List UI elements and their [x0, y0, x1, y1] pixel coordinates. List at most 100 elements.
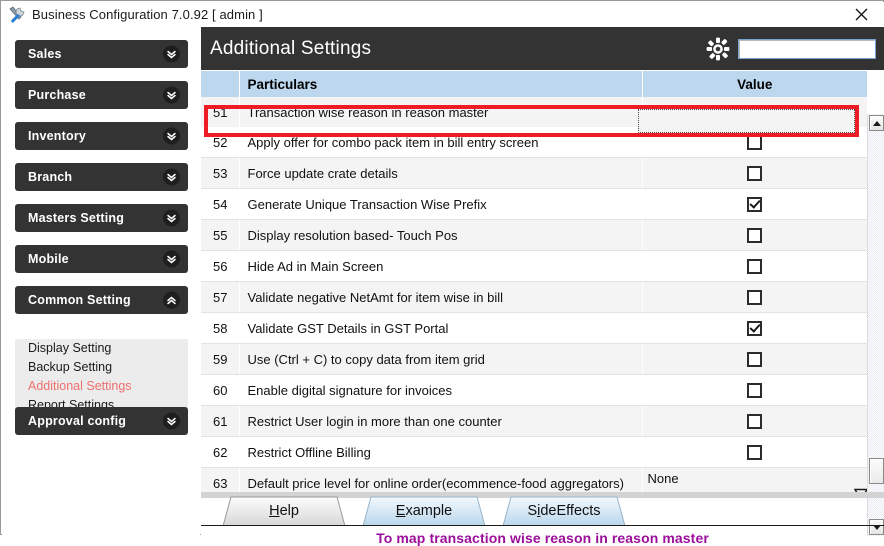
sidebar: Sales Purchase Inventory Branch Masters	[2, 27, 200, 535]
value-checkbox[interactable]	[747, 166, 762, 181]
row-particulars: Display resolution based- Touch Pos	[239, 220, 642, 251]
sidebar-group-label: Mobile	[28, 252, 69, 266]
grid-header-row: Particulars Value	[201, 71, 867, 97]
table-row[interactable]: 55Display resolution based- Touch Pos	[201, 220, 867, 251]
triangle-up-icon	[873, 121, 881, 126]
row-number: 61	[201, 406, 239, 437]
settings-grid: Particulars Value 51Transaction wise rea…	[201, 71, 867, 493]
sidebar-group-masters-setting[interactable]: Masters Setting	[15, 204, 188, 232]
value-checkbox[interactable]	[747, 414, 762, 429]
table-row[interactable]: 63Default price level for online order(e…	[201, 468, 867, 494]
page-title: Additional Settings	[210, 38, 371, 60]
row-particulars: Transaction wise reason in reason master	[239, 97, 642, 127]
sidebar-group-label: Approval config	[28, 414, 126, 428]
row-value-cell[interactable]	[642, 313, 867, 344]
table-row[interactable]: 58Validate GST Details in GST Portal	[201, 313, 867, 344]
value-checkbox[interactable]	[747, 352, 762, 367]
value-checkbox[interactable]	[747, 445, 762, 460]
sidebar-group-label: Common Setting	[28, 293, 131, 307]
row-value-cell[interactable]	[642, 375, 867, 406]
row-value-cell[interactable]	[642, 220, 867, 251]
row-particulars: Apply offer for combo pack item in bill …	[239, 127, 642, 158]
sidebar-group-approval-config[interactable]: Approval config	[15, 407, 188, 435]
search-box[interactable]	[738, 39, 876, 59]
chevron-double-down-icon	[163, 128, 180, 145]
row-particulars: Validate GST Details in GST Portal	[239, 313, 642, 344]
value-checkbox[interactable]	[747, 290, 762, 305]
value-checkbox[interactable]	[747, 321, 762, 336]
row-number: 53	[201, 158, 239, 189]
tools-icon	[6, 4, 28, 26]
sidebar-group-sales[interactable]: Sales	[15, 40, 188, 68]
price-level-dropdown[interactable]: None	[643, 468, 868, 493]
row-value-cell[interactable]: None	[642, 468, 867, 494]
close-button[interactable]	[844, 2, 878, 27]
row-particulars: Restrict User login in more than one cou…	[239, 406, 642, 437]
row-number: 58	[201, 313, 239, 344]
sidebar-item-backup-setting[interactable]: Backup Setting	[15, 358, 188, 377]
chevron-down-icon[interactable]	[847, 478, 861, 489]
table-row[interactable]: 62Restrict Offline Billing	[201, 437, 867, 468]
row-value-cell[interactable]	[642, 189, 867, 220]
gear-icon[interactable]	[705, 36, 731, 62]
value-checkbox[interactable]	[747, 228, 762, 243]
column-header-value: Value	[642, 71, 867, 97]
sidebar-group-common-setting[interactable]: Common Setting	[15, 286, 188, 314]
sidebar-group-branch[interactable]: Branch	[15, 163, 188, 191]
settings-grid-wrapper: Particulars Value 51Transaction wise rea…	[201, 70, 884, 493]
row-number: 55	[201, 220, 239, 251]
row-value-cell[interactable]	[642, 344, 867, 375]
row-number: 52	[201, 127, 239, 158]
chevron-double-down-icon	[163, 87, 180, 104]
table-row[interactable]: 59Use (Ctrl + C) to copy data from item …	[201, 344, 867, 375]
scrollbar-thumb[interactable]	[869, 458, 884, 484]
table-row[interactable]: 61Restrict User login in more than one c…	[201, 406, 867, 437]
row-particulars: Hide Ad in Main Screen	[239, 251, 642, 282]
grid-vertical-scrollbar[interactable]	[867, 114, 884, 536]
column-header-particulars: Particulars	[239, 71, 642, 97]
sidebar-group-mobile[interactable]: Mobile	[15, 245, 188, 273]
value-checkbox[interactable]	[747, 197, 762, 212]
row-number: 54	[201, 189, 239, 220]
tab-sideeffects[interactable]: SideEffects	[489, 495, 639, 526]
table-row[interactable]: 54Generate Unique Transaction Wise Prefi…	[201, 189, 867, 220]
row-number: 57	[201, 282, 239, 313]
table-row[interactable]: 53Force update crate details	[201, 158, 867, 189]
tab-shape	[349, 495, 499, 526]
sidebar-group-purchase[interactable]: Purchase	[15, 81, 188, 109]
chevron-double-down-icon	[163, 169, 180, 186]
scroll-up-button[interactable]	[869, 115, 884, 131]
table-row[interactable]: 60Enable digital signature for invoices	[201, 375, 867, 406]
value-checkbox[interactable]	[747, 259, 762, 274]
row-value-cell[interactable]	[642, 158, 867, 189]
tab-example[interactable]: Example	[349, 495, 499, 526]
row-particulars: Restrict Offline Billing	[239, 437, 642, 468]
main-content: Additional Settings	[201, 27, 884, 535]
dropdown-value: None	[648, 471, 679, 486]
chevron-double-down-icon	[163, 251, 180, 268]
row-number: 60	[201, 375, 239, 406]
sidebar-group-inventory[interactable]: Inventory	[15, 122, 188, 150]
row-value-cell[interactable]	[642, 437, 867, 468]
main-header-bar: Additional Settings	[201, 27, 884, 70]
tab-help[interactable]: Help	[209, 495, 359, 526]
row-number: 51	[201, 97, 239, 127]
value-checkbox[interactable]	[747, 383, 762, 398]
row-value-cell[interactable]	[642, 282, 867, 313]
focused-value-cell[interactable]	[638, 109, 855, 133]
search-input[interactable]	[739, 40, 875, 58]
sidebar-group-label: Inventory	[28, 129, 86, 143]
row-number: 56	[201, 251, 239, 282]
sidebar-group-label: Purchase	[28, 88, 86, 102]
sidebar-item-additional-settings[interactable]: Additional Settings	[15, 377, 188, 396]
table-row[interactable]: 56Hide Ad in Main Screen	[201, 251, 867, 282]
sidebar-item-display-setting[interactable]: Display Setting	[15, 339, 188, 358]
value-checkbox[interactable]	[747, 135, 762, 150]
sidebar-group-label: Branch	[28, 170, 72, 184]
row-value-cell[interactable]	[642, 406, 867, 437]
table-row[interactable]: 57Validate negative NetAmt for item wise…	[201, 282, 867, 313]
tab-underline	[201, 525, 884, 526]
chevron-double-up-icon	[163, 292, 180, 309]
tab-strip: Help Example	[201, 495, 884, 526]
row-value-cell[interactable]	[642, 251, 867, 282]
